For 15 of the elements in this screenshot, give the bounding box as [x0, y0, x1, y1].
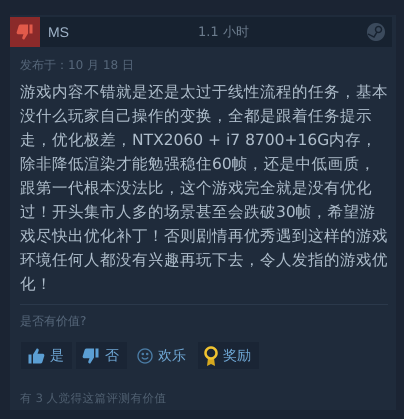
vote-button[interactable]: 否 — [76, 342, 127, 369]
medal-icon — [204, 346, 218, 366]
smiley-icon — [137, 348, 153, 364]
award-button[interactable]: 奖励 — [198, 342, 259, 369]
funny-button[interactable]: 欢乐 — [131, 342, 194, 369]
vote-button[interactable]: 是 — [21, 342, 72, 369]
thumbs-down-icon — [82, 346, 100, 364]
playtime: 1.1 小时 — [198, 24, 250, 41]
helpful-question: 是否有价值? — [19, 313, 88, 330]
post-date: 发布于：10 月 18 日 — [19, 57, 135, 74]
review-text: 游戏内容不错就是还是太过于线性流程的任务，基本没什么玩家自己操作的变换，全都是跟着任务提示走，优化极差，NTX2060 + i7 8700+16G内存，除非降低渲染才能勉强稳住60帧，还是中低画质，跟第一代根本没法比，这个游戏完全就是没有优化过！开头集市人多的场景甚至会跌破30帧，希望游戏尽快出优化补丁！否则剧情再优秀遇到这样的游戏环境任何人都没有兴趣再玩下去，令人发指的游戏优化！ — [19, 82, 389, 292]
steam-logo-icon — [366, 22, 386, 42]
author-name[interactable]: MS — [48, 24, 198, 40]
thumbs-up-icon — [27, 346, 45, 364]
thumbs-down-icon — [16, 23, 34, 41]
